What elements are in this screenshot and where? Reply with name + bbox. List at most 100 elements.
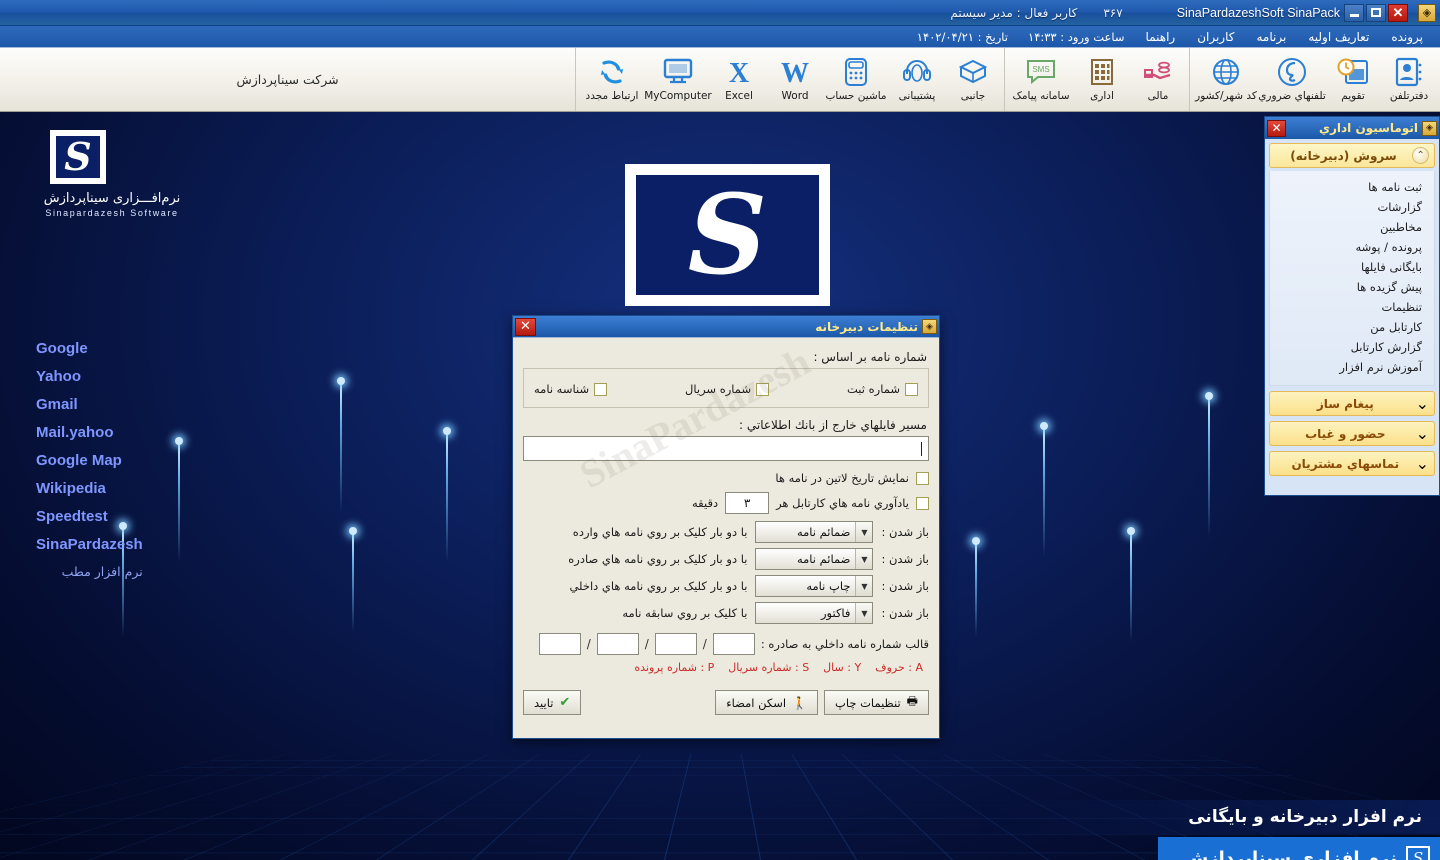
combo-open-internal[interactable]: ▼ چاپ نامه xyxy=(755,575,874,597)
toolbar-button-reconnect[interactable]: ارتباط مجدد xyxy=(579,52,645,110)
panel-group-header-soroush[interactable]: ⌃ سروش (دبیرخانه) xyxy=(1269,143,1435,168)
calendar-clock-icon xyxy=(1337,55,1369,89)
open-row-hint: با دو بار کلیک بر روي نامه هاي داخلي xyxy=(569,579,748,593)
check-icon: ✔ xyxy=(559,695,571,710)
toolbar-button-sms-system[interactable]: SMS سامانه پیامک xyxy=(1008,52,1074,110)
quick-link-sinapardazesh[interactable]: SinaPardazesh xyxy=(36,536,143,553)
panel-item-favorites[interactable]: پیش گزیده ها xyxy=(1280,277,1424,297)
panel-group-customer-calls[interactable]: ⌄ تماسهاي مشتریان xyxy=(1269,451,1435,476)
panel-item-file-folder[interactable]: پرونده / پوشه xyxy=(1280,237,1424,257)
app-root: ◈ ✕ SinaPardazeshSoft SinaPack ۳۶۷ کاربر… xyxy=(0,0,1440,860)
printer-icon: 🖶 xyxy=(906,694,918,708)
text-caret xyxy=(921,441,922,456)
panel-app-icon: ◈ xyxy=(1422,120,1437,136)
panel-item-software-training[interactable]: آموزش نرم افزار xyxy=(1280,357,1424,377)
panel-item-my-cartable[interactable]: کارتابل من xyxy=(1280,317,1424,337)
checkbox-serial-number[interactable]: شماره سریال xyxy=(685,382,770,396)
open-row-hint: با کلیک بر روي سابقه نامه xyxy=(622,606,748,620)
toolbar-button-mycomputer[interactable]: MyComputer xyxy=(644,52,712,110)
panel-group-attendance[interactable]: ⌄ حضور و غیاب xyxy=(1269,421,1435,446)
toolbar-button-support[interactable]: پشتیبانی xyxy=(889,52,945,110)
quick-link-speedtest[interactable]: Speedtest xyxy=(36,508,143,525)
format-box-2[interactable] xyxy=(654,633,697,655)
panel-group-label: سروش (دبیرخانه) xyxy=(1290,148,1397,163)
toolbar-button-phonebook[interactable]: دفترتلفن xyxy=(1381,52,1437,110)
checkbox-box-icon[interactable] xyxy=(905,382,918,396)
print-settings-button[interactable]: 🖶 تنظیمات چاپ xyxy=(824,690,929,715)
toolbar-button-peripherals[interactable]: جانبی xyxy=(945,52,1001,110)
chevron-down-icon[interactable]: ▼ xyxy=(855,603,873,623)
format-box-1[interactable] xyxy=(712,633,755,655)
confirm-button[interactable]: ✔ تایید xyxy=(523,690,582,715)
panel-item-contacts[interactable]: مخاطبین xyxy=(1280,217,1424,237)
close-button[interactable]: ✕ xyxy=(1388,3,1408,22)
quick-link-google-map[interactable]: Google Map xyxy=(36,452,143,469)
checkbox-cartable-reminder[interactable] xyxy=(916,496,929,510)
quick-link-gmail[interactable]: Gmail xyxy=(36,396,143,413)
minimize-button[interactable] xyxy=(1344,3,1364,22)
toolbar-button-finance[interactable]: مالی xyxy=(1130,52,1186,110)
main-toolbar: دفترتلفن تقویم تلفنهاي ضروري کد شهر/کشور xyxy=(0,48,1440,112)
checkbox-register-number[interactable]: شماره ثبت xyxy=(847,382,918,396)
panel-group-messenger[interactable]: ⌄ پیغام ساز xyxy=(1269,391,1435,416)
refresh-arrows-icon xyxy=(597,55,627,89)
left-brand-logo: S نرم‌افـــزاری سیناپردازش Sinapardazesh… xyxy=(22,130,202,218)
chevron-down-icon[interactable]: ▼ xyxy=(855,576,873,596)
filepath-input[interactable] xyxy=(523,436,929,461)
reminder-row: یادآوري نامه هاي کارتابل هر ۳ دقیقه xyxy=(523,492,929,514)
dialog-title: تنظیمات دبیرخانه xyxy=(815,319,918,334)
automation-panel: ◈ اتوماسیون اداري ✕ ⌃ سروش (دبیرخانه) ثب… xyxy=(1264,116,1440,496)
calculator-icon xyxy=(843,55,869,89)
scan-signature-button[interactable]: 🚶 اسکن امضاء xyxy=(715,690,819,715)
panel-item-settings[interactable]: تنظیمات xyxy=(1280,297,1424,317)
chevron-down-icon[interactable]: ▼ xyxy=(855,549,873,569)
menu-item-definitions[interactable]: تعاریف اولیه xyxy=(1297,28,1380,46)
quick-link-wikipedia[interactable]: Wikipedia xyxy=(36,480,143,497)
quick-link-mail-yahoo[interactable]: Mail.yahoo xyxy=(36,424,143,441)
format-box-3[interactable] xyxy=(596,633,639,655)
latin-date-label: نمایش تاریخ لاتین در نامه ها xyxy=(775,471,909,485)
combo-open-incoming[interactable]: ▼ ضمائم نامه xyxy=(755,521,874,543)
chevron-down-icon: ⌄ xyxy=(1415,424,1429,443)
automation-panel-close-button[interactable]: ✕ xyxy=(1267,119,1286,137)
light-beam xyxy=(1040,422,1048,557)
combo-open-history[interactable]: ▼ فاکتور xyxy=(755,602,874,624)
panel-item-register-letters[interactable]: ثبت نامه ها xyxy=(1280,177,1424,197)
checkbox-latin-date[interactable] xyxy=(916,471,929,485)
toolbar-button-calendar[interactable]: تقویم xyxy=(1325,52,1381,110)
quick-link-yahoo[interactable]: Yahoo xyxy=(36,368,143,385)
number-format-row: قالب شماره نامه داخلي به صادره : / / / xyxy=(523,633,929,655)
panel-item-reports[interactable]: گزارشات xyxy=(1280,197,1424,217)
panel-item-file-archive[interactable]: بایگانی فایلها xyxy=(1280,257,1424,277)
toolbar-button-city-country-code[interactable]: کد شهر/کشور xyxy=(1193,52,1259,110)
toolbar-button-calculator[interactable]: ماشین حساب xyxy=(823,52,889,110)
format-box-4[interactable] xyxy=(538,633,581,655)
combo-open-outgoing[interactable]: ▼ ضمائم نامه xyxy=(755,548,874,570)
open-row-incoming: باز شدن : ▼ ضمائم نامه با دو بار کلیک بر… xyxy=(523,521,929,543)
checkbox-box-icon[interactable] xyxy=(594,382,608,396)
toolbar-button-excel[interactable]: X Excel xyxy=(711,52,767,110)
toolbar-button-emergency-phones[interactable]: تلفنهاي ضروري xyxy=(1258,52,1326,110)
automation-panel-body: ⌃ سروش (دبیرخانه) ثبت نامه ها گزارشات مخ… xyxy=(1265,139,1439,480)
menu-item-users[interactable]: کاربران xyxy=(1186,28,1245,46)
toolbar-button-administrative[interactable]: اداری xyxy=(1074,52,1130,110)
reminder-minutes-input[interactable]: ۳ xyxy=(725,492,770,514)
quick-link-google[interactable]: Google xyxy=(36,340,143,357)
left-logo-inner: S xyxy=(56,136,100,178)
checkbox-letter-identifier[interactable]: شناسه نامه xyxy=(534,382,608,396)
menu-item-help[interactable]: راهنما xyxy=(1135,28,1187,46)
chevron-down-icon[interactable]: ▼ xyxy=(855,522,873,542)
quick-link-matab-software[interactable]: نرم افزار مطب xyxy=(36,564,143,579)
checkbox-label: شماره ثبت xyxy=(847,382,900,396)
menu-item-parvandeh[interactable]: پرونده xyxy=(1380,28,1434,46)
contact-card-icon xyxy=(1395,55,1423,89)
menu-item-program[interactable]: برنامه xyxy=(1245,28,1297,46)
toolbar-button-word[interactable]: W Word xyxy=(767,52,823,110)
legend-serial: S : شماره سریال xyxy=(728,661,810,674)
toolbar-label: ارتباط مجدد xyxy=(585,90,639,102)
panel-item-cartable-report[interactable]: گزارش کارتابل xyxy=(1280,337,1424,357)
maximize-button[interactable] xyxy=(1366,3,1386,22)
checkbox-box-icon[interactable] xyxy=(756,382,770,396)
toolbar-label: ماشین حساب xyxy=(825,90,887,102)
dialog-close-button[interactable]: ✕ xyxy=(515,317,536,336)
